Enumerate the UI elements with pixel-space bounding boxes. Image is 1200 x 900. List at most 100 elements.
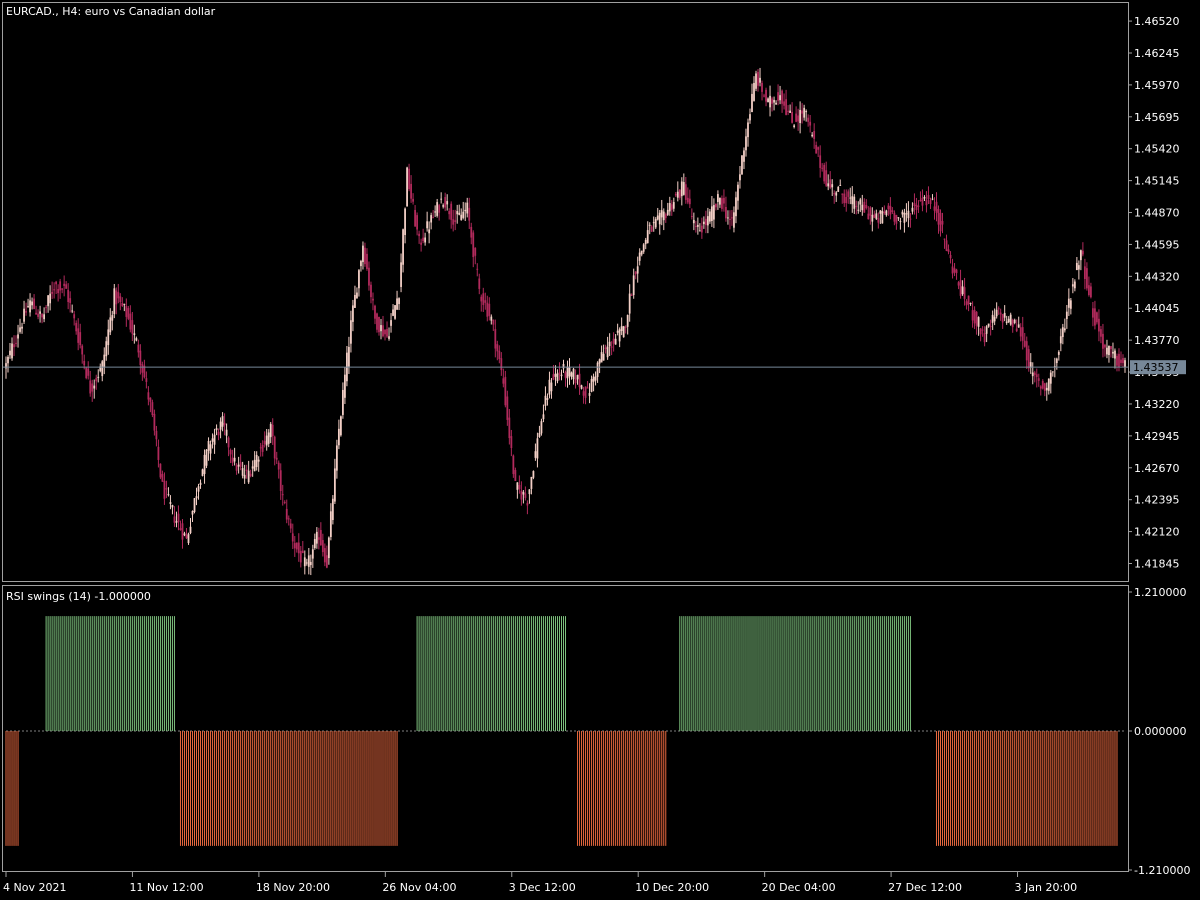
candle-bull (646, 230, 649, 244)
candle-bull (205, 449, 208, 466)
candle-bull (654, 219, 657, 228)
candle-bull (608, 341, 611, 347)
candle-bull (680, 181, 683, 197)
candle-bull (344, 374, 346, 398)
candle-bear (41, 313, 43, 318)
candle-bull (390, 320, 392, 326)
candle-bull (995, 309, 998, 317)
candle-bull (961, 286, 964, 295)
candle-bear (45, 307, 48, 309)
candle-bear (506, 396, 509, 420)
candle-bear (981, 329, 984, 331)
candle-bear (781, 90, 783, 104)
candle-bear (704, 218, 707, 226)
candle-bull (135, 338, 138, 341)
candle-bear (821, 167, 824, 169)
candle-bull (1063, 328, 1066, 331)
candle-bull (899, 221, 902, 223)
candle-bull (1106, 347, 1108, 355)
candle-bear (917, 205, 920, 207)
candle-bear (117, 292, 120, 299)
candle-bull (747, 122, 749, 138)
candle-bear (323, 548, 326, 563)
candle-bear (915, 204, 918, 210)
candle-bull (456, 211, 459, 215)
candle-bull (837, 186, 840, 192)
candle-bear (1001, 314, 1004, 323)
candle-bull (580, 385, 583, 389)
candle-bear (855, 205, 858, 208)
candle-bear (927, 195, 930, 200)
candle-bull (237, 464, 240, 467)
candle-bull (831, 184, 834, 188)
price-tick-label: 1.45145 (1134, 175, 1180, 188)
candle-bear (25, 311, 27, 313)
candle-bull (546, 398, 549, 400)
candle-bear (412, 198, 414, 202)
candle-bull (311, 549, 314, 559)
candle-bear (777, 92, 779, 101)
candle-bear (791, 112, 794, 123)
candle-bear (289, 523, 292, 529)
candle-bull (241, 468, 244, 476)
candle-bull (987, 323, 990, 327)
candle-bear (173, 516, 176, 523)
candle-bear (125, 306, 128, 317)
candle-bear (245, 469, 248, 472)
candle-bull (434, 211, 437, 213)
candle-bull (388, 336, 390, 339)
candle-bear (929, 200, 932, 204)
candle-bull (1013, 319, 1016, 323)
chart-title: EURCAD., H4: euro vs Canadian dollar (6, 5, 216, 18)
candle-bear (925, 199, 928, 206)
candle-bull (897, 217, 900, 219)
candle-bear (410, 183, 412, 199)
candle-bull (638, 252, 641, 261)
candle-bear (488, 303, 491, 316)
candle-bear (690, 215, 693, 218)
time-tick-label: 3 Jan 20:00 (1015, 881, 1078, 894)
candle-bull (590, 378, 593, 392)
candle-bear (943, 238, 946, 240)
candle-bear (913, 202, 916, 207)
candle-bull (566, 366, 569, 379)
indicator-tick-label: 0.000000 (1134, 725, 1187, 738)
candle-bear (1037, 378, 1040, 381)
candle-bull (827, 183, 830, 187)
candle-bear (783, 101, 785, 106)
candle-bull (49, 293, 52, 304)
candle-bull (1051, 371, 1054, 373)
candle-bear (279, 470, 282, 492)
candle-bear (438, 205, 441, 213)
candle-bull (620, 326, 623, 331)
candle-bull (213, 434, 216, 445)
candle-bull (400, 262, 402, 287)
candle-bear (895, 214, 898, 224)
candle-bull (773, 99, 775, 103)
candle-bear (586, 387, 589, 389)
candle-bull (362, 245, 364, 263)
candle-bull (576, 374, 579, 380)
candle-bear (75, 322, 78, 332)
candle-bear (989, 326, 992, 328)
candle-bull (739, 174, 741, 181)
candle-bull (528, 489, 531, 495)
candle-bull (1007, 318, 1010, 323)
candle-bull (1108, 345, 1110, 356)
time-tick-label: 11 Nov 12:00 (129, 881, 203, 894)
candle-bear (951, 266, 954, 274)
candle-bull (209, 444, 212, 454)
candle-bull (1055, 358, 1058, 364)
candle-bear (67, 289, 70, 302)
candle-bear (382, 325, 384, 337)
chart-canvas[interactable]: 1.46520 1.46245 1.45970 1.45695 1.45420 1.451… (0, 0, 1200, 900)
candle-bull (696, 224, 699, 227)
candle-bull (735, 197, 737, 217)
candle-bull (1009, 314, 1012, 325)
candle-bull (404, 208, 406, 236)
price-tick-label: 1.45970 (1134, 79, 1180, 92)
candle-bull (1049, 372, 1052, 384)
candle-bull (879, 210, 882, 214)
candle-bear (955, 269, 958, 274)
candle-bear (937, 208, 940, 225)
